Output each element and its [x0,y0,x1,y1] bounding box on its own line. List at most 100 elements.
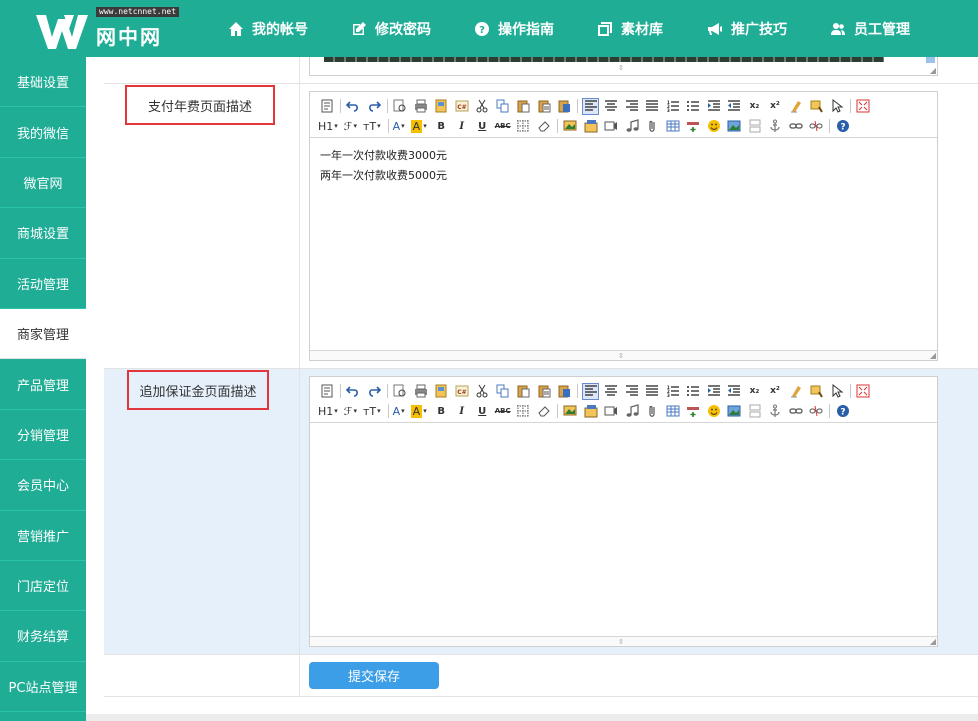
redo-icon[interactable] [365,383,382,400]
sidebar-item-pc-site-management[interactable]: PC站点管理 [0,662,86,713]
emoticon-icon[interactable] [705,403,722,420]
table-border-icon[interactable] [515,118,532,135]
paste-word-icon[interactable] [556,98,573,115]
code-snippet-icon[interactable]: C# [453,98,470,115]
topnav-guide[interactable]: ? 操作指南 [474,0,597,57]
sidebar-item-basic-settings[interactable]: 基础设置 [0,57,86,108]
font-size-dropdown[interactable]: тT ▾ [363,120,381,133]
picture-icon[interactable] [726,118,743,135]
bold-button[interactable]: B [433,403,450,420]
align-center-icon[interactable] [603,383,620,400]
fullscreen-icon[interactable] [855,98,872,115]
subscript-icon[interactable]: x₂ [746,98,763,115]
logo[interactable]: www.netcnnet.net 网中网 [30,5,180,53]
eraser-icon[interactable] [535,403,552,420]
attachment-icon[interactable] [644,403,661,420]
insert-video-icon[interactable] [603,118,620,135]
sidebar-item-marketing-promotion[interactable]: 营销推广 [0,511,86,561]
font-color-dropdown[interactable]: A ▾ [393,405,405,418]
format-painter-icon[interactable] [808,98,825,115]
topnav-change-password[interactable]: 修改密码 [351,0,474,57]
indent-icon[interactable] [705,98,722,115]
code-snippet-icon[interactable]: C# [453,383,470,400]
strikethrough-button[interactable]: ABC [494,403,511,420]
heading-dropdown[interactable]: H1 ▾ [318,120,338,133]
resize-handle-icon[interactable]: ◢ [930,66,936,75]
topnav-my-account[interactable]: 我的帐号 [228,0,351,57]
strikethrough-button[interactable]: ABC [494,118,511,135]
help-icon[interactable]: ? [834,403,851,420]
insert-multi-image-icon[interactable] [582,118,599,135]
indent-icon[interactable] [705,383,722,400]
sidebar-item-member-center[interactable]: 会员中心 [0,460,86,511]
ordered-list-icon[interactable]: 123 [664,383,681,400]
previous-editor-scroll[interactable] [926,57,935,63]
heading-dropdown[interactable]: H1 ▾ [318,405,338,418]
paste-word-icon[interactable] [556,383,573,400]
align-justify-icon[interactable] [644,383,661,400]
undo-icon[interactable] [345,98,362,115]
underline-button[interactable]: U [474,403,491,420]
clear-format-icon[interactable] [787,98,804,115]
font-size-dropdown[interactable]: тT ▾ [363,405,381,418]
rich-editor-annual-fee[interactable]: C# 123 x₂ x² H1 ▾ ℱ ▾ тT ▾ A ▾ A ▾ B I U… [309,91,938,361]
align-left-icon[interactable] [582,382,599,400]
page-break-icon[interactable] [746,118,763,135]
insert-music-icon[interactable] [623,118,640,135]
template-icon[interactable] [433,383,450,400]
insert-table-icon[interactable] [664,403,681,420]
unlink-icon[interactable] [808,118,825,135]
paste-text-icon[interactable] [535,98,552,115]
undo-icon[interactable] [345,383,362,400]
paste-icon[interactable] [515,383,532,400]
source-code-icon[interactable] [318,98,335,115]
insert-table-icon[interactable] [664,118,681,135]
sidebar-item-product-management[interactable]: 产品管理 [0,359,86,410]
bg-color-dropdown[interactable]: A ▾ [410,119,427,133]
print-icon[interactable] [412,98,429,115]
source-code-icon[interactable] [318,383,335,400]
superscript-icon[interactable]: x² [767,98,784,115]
link-icon[interactable] [787,403,804,420]
preview-icon[interactable] [392,383,409,400]
unlink-icon[interactable] [808,403,825,420]
anchor-icon[interactable] [767,118,784,135]
italic-button[interactable]: I [453,118,470,135]
font-family-dropdown[interactable]: ℱ ▾ [344,405,357,418]
sidebar-item-finance-settlement[interactable]: 财务结算 [0,611,86,662]
insert-row-icon[interactable] [685,118,702,135]
page-break-icon[interactable] [746,403,763,420]
align-left-icon[interactable] [582,97,599,115]
ordered-list-icon[interactable]: 123 [664,98,681,115]
cut-icon[interactable] [474,383,491,400]
outdent-icon[interactable] [726,383,743,400]
topnav-staff-management[interactable]: 员工管理 [830,0,953,57]
insert-image-icon[interactable] [562,403,579,420]
link-icon[interactable] [787,118,804,135]
unordered-list-icon[interactable] [685,383,702,400]
underline-button[interactable]: U [474,118,491,135]
outdent-icon[interactable] [726,98,743,115]
copy-icon[interactable] [494,383,511,400]
insert-multi-image-icon[interactable] [582,403,599,420]
insert-row-icon[interactable] [685,403,702,420]
picture-icon[interactable] [726,403,743,420]
sidebar-item-micro-site[interactable]: 微官网 [0,158,86,209]
paste-text-icon[interactable] [535,383,552,400]
preview-icon[interactable] [392,98,409,115]
emoticon-icon[interactable] [705,118,722,135]
clear-format-icon[interactable] [787,383,804,400]
help-icon[interactable]: ? [834,118,851,135]
table-border-icon[interactable] [515,403,532,420]
align-right-icon[interactable] [623,98,640,115]
anchor-icon[interactable] [767,403,784,420]
drag-grip-icon[interactable]: ⇳ [618,638,624,646]
cut-icon[interactable] [474,98,491,115]
submit-save-button[interactable]: 提交保存 [309,662,439,689]
resize-handle-icon[interactable]: ◢ [930,351,936,360]
paste-icon[interactable] [515,98,532,115]
font-family-dropdown[interactable]: ℱ ▾ [344,120,357,133]
superscript-icon[interactable]: x² [767,383,784,400]
subscript-icon[interactable]: x₂ [746,383,763,400]
sidebar-item-merchant-management[interactable]: 商家管理 [0,308,86,360]
